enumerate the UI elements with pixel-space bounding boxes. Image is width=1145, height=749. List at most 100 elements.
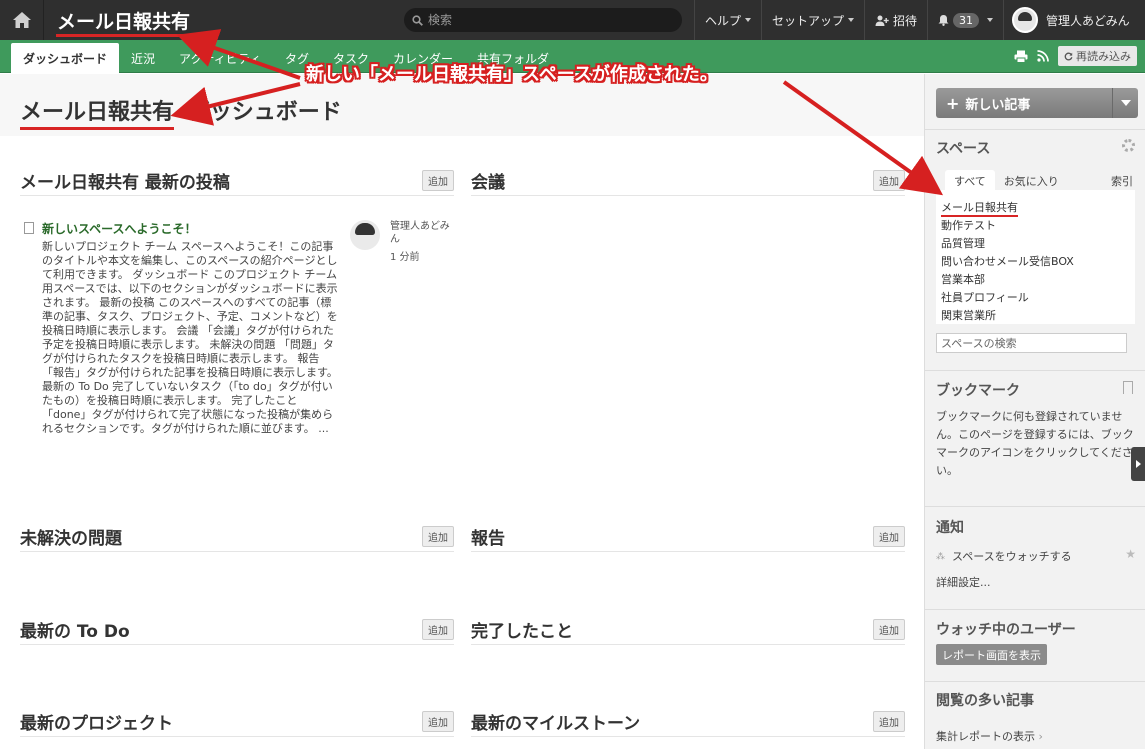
space-item[interactable]: 社員プロフィール: [941, 289, 1130, 307]
space-item[interactable]: 関東営業所: [941, 307, 1130, 325]
new-post-button[interactable]: + 新しい記事: [936, 88, 1138, 118]
add-button[interactable]: 追加: [873, 619, 905, 640]
app-title[interactable]: メール日報共有: [57, 7, 190, 34]
chevron-down-icon: [848, 18, 855, 22]
add-button[interactable]: 追加: [422, 526, 454, 547]
print-icon: [1014, 50, 1028, 63]
reload-button[interactable]: 再読み込み: [1058, 46, 1137, 66]
section-title: 最新の To Do: [20, 622, 130, 642]
divider: [925, 129, 1145, 130]
aggregate-report-link[interactable]: 集計レポートの表示 ›: [936, 728, 1043, 744]
aggregate-report-label: 集計レポートの表示: [936, 730, 1035, 743]
watch-space-button[interactable]: ⁂ スペースをウォッチする: [936, 548, 1138, 564]
section-latest-milestones: 最新のマイルストーン 追加: [471, 711, 905, 737]
space-list: メール日報共有 動作テスト 品質管理 問い合わせメール受信BOX 営業本部 社員…: [936, 190, 1135, 324]
section-title: メール日報共有 最新の投稿: [20, 173, 230, 193]
section-reports: 報告 追加: [471, 526, 905, 552]
add-button[interactable]: 追加: [422, 619, 454, 640]
bookmarks-empty-text: ブックマークに何も登録されていません。このページを登録するには、ブックマークのア…: [936, 410, 1134, 477]
watchers-title: ウォッチ中のユーザー: [936, 622, 1076, 638]
popular-posts-title: 閲覧の多い記事: [936, 693, 1034, 709]
divider: [925, 609, 1145, 610]
setup-menu[interactable]: セットアップ: [761, 0, 864, 40]
home-icon: [12, 12, 31, 28]
section-done: 完了したこと 追加: [471, 619, 905, 645]
post-author[interactable]: 管理人あどみん: [390, 220, 454, 246]
notifications-menu[interactable]: 31: [927, 0, 1003, 40]
notification-count-badge: 31: [953, 12, 980, 28]
space-index-link[interactable]: 索引: [1111, 173, 1133, 189]
add-button[interactable]: 追加: [873, 711, 905, 732]
detail-settings-link[interactable]: 詳細設定...: [936, 574, 991, 590]
section-latest-todo: 最新の To Do 追加: [20, 619, 454, 645]
section-open-issues: 未解決の問題 追加: [20, 526, 454, 552]
bookmark-icon[interactable]: [1123, 381, 1133, 394]
new-post-dropdown[interactable]: [1112, 88, 1138, 118]
sidebar-toggle-handle[interactable]: [1131, 447, 1145, 481]
search-input[interactable]: [428, 13, 668, 27]
space-item[interactable]: 品質管理: [941, 235, 1130, 253]
space-item[interactable]: 動作テスト: [941, 217, 1130, 235]
add-button[interactable]: 追加: [422, 711, 454, 732]
post-title-link[interactable]: 新しいスペースへようこそ！: [42, 220, 197, 237]
show-report-button[interactable]: レポート画面を表示: [936, 644, 1047, 665]
home-button[interactable]: [0, 0, 44, 40]
notifications-title: 通知: [936, 520, 964, 536]
section-latest-projects: 最新のプロジェクト 追加: [20, 711, 454, 737]
new-post-label: 新しい記事: [965, 97, 1031, 113]
help-menu[interactable]: ヘルプ: [694, 0, 761, 40]
user-name: 管理人あどみん: [1046, 13, 1130, 28]
page-title-space-name: メール日報共有: [20, 100, 175, 130]
tab-activity[interactable]: アクティビティ: [167, 43, 273, 73]
user-menu[interactable]: 管理人あどみん: [1003, 0, 1140, 40]
search-box[interactable]: [404, 8, 682, 32]
rss-icon: [1037, 50, 1049, 62]
chevron-right-icon: ›: [1038, 730, 1043, 743]
add-user-icon: [875, 15, 889, 26]
gear-icon[interactable]: [1122, 139, 1135, 152]
tab-recent[interactable]: 近況: [119, 43, 167, 73]
print-button[interactable]: [1014, 49, 1028, 63]
tab-dashboard[interactable]: ダッシュボード: [11, 43, 120, 73]
section-title: 会議: [471, 173, 505, 193]
space-item[interactable]: 問い合わせメール受信BOX: [941, 253, 1130, 271]
page-title: メール日報共有 ダッシュボード: [20, 94, 342, 130]
divider: [925, 370, 1145, 371]
post-body: 新しいプロジェクト チーム スペースへようこそ！この記事のタイトルや本文を編集し…: [42, 240, 338, 435]
section-meetings: 会議 追加: [471, 170, 905, 196]
search-icon: [412, 14, 423, 26]
add-button[interactable]: 追加: [873, 526, 905, 547]
chevron-down-icon: [987, 18, 994, 22]
reload-label: 再読み込み: [1076, 50, 1131, 63]
rss-button[interactable]: [1036, 49, 1050, 63]
bookmarks-title: ブックマーク: [936, 383, 1020, 399]
document-icon: [24, 222, 34, 234]
invite-label: 招待: [893, 13, 918, 28]
section-title: 最新のマイルストーン: [471, 714, 641, 734]
bell-icon: [938, 15, 949, 26]
help-menu-label: ヘルプ: [705, 13, 742, 28]
add-button[interactable]: 追加: [422, 170, 454, 191]
space-item[interactable]: 営業本部: [941, 271, 1130, 289]
space-filter-tabs: すべて お気に入り: [945, 170, 1138, 190]
section-latest-posts: メール日報共有 最新の投稿 追加: [20, 170, 454, 196]
plus-icon: +: [946, 93, 960, 113]
invite-button[interactable]: 招待: [864, 0, 927, 40]
section-title: 報告: [471, 529, 505, 549]
add-button[interactable]: 追加: [873, 170, 905, 191]
space-item[interactable]: メール日報共有: [941, 200, 1018, 217]
top-menu: ヘルプ セットアップ 招待 31 管理人あどみん: [694, 0, 1140, 40]
star-icon[interactable]: ★: [1125, 547, 1136, 561]
right-sidebar: + 新しい記事 スペース すべて お気に入り 索引 メール日報共有 動作テスト …: [924, 74, 1145, 749]
spaces-title: スペース: [936, 141, 991, 157]
page-title-suffix: ダッシュボード: [187, 100, 342, 125]
space-search-input[interactable]: [936, 333, 1127, 353]
tab-all-spaces[interactable]: すべて: [945, 170, 995, 190]
sitemap-icon: ⁂: [936, 552, 945, 562]
refresh-icon: [1064, 52, 1073, 60]
author-avatar[interactable]: [350, 220, 380, 250]
divider: [925, 506, 1145, 507]
section-title: 最新のプロジェクト: [20, 714, 173, 734]
tab-favorite-spaces[interactable]: お気に入り: [995, 170, 1068, 190]
chevron-down-icon: [1120, 100, 1131, 106]
